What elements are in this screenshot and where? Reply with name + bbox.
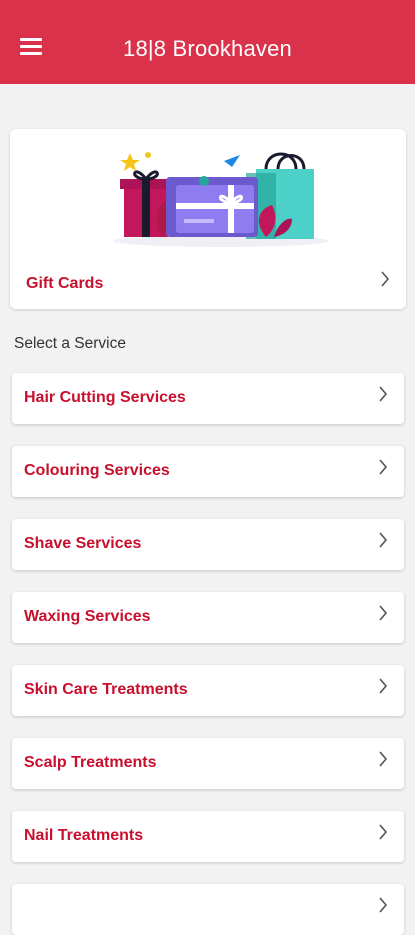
gift-cards-card[interactable]: Gift Cards (10, 129, 406, 309)
service-label: Scalp Treatments (24, 754, 157, 771)
chevron-right-icon (378, 751, 388, 767)
service-label: Waxing Services (24, 608, 151, 625)
chevron-right-icon (378, 824, 388, 840)
chevron-right-icon (378, 386, 388, 402)
service-label: Skin Care Treatments (24, 681, 188, 698)
service-label: Shave Services (24, 535, 142, 552)
service-item-shave[interactable]: Shave Services (12, 519, 404, 570)
service-item-scalp[interactable]: Scalp Treatments (12, 738, 404, 789)
chevron-right-icon (380, 271, 390, 287)
service-item-nail[interactable]: Nail Treatments (12, 811, 404, 862)
service-label: Nail Treatments (24, 827, 144, 844)
app-header: 18|8 Brookhaven (0, 0, 415, 84)
chevron-right-icon (378, 678, 388, 694)
service-label: Hair Cutting Services (24, 389, 186, 406)
service-item-colouring[interactable]: Colouring Services (12, 446, 404, 497)
service-item-partial[interactable] (12, 884, 404, 935)
chevron-right-icon (378, 459, 388, 475)
gift-card-illustration (113, 152, 329, 247)
section-heading: Select a Service (14, 335, 126, 352)
chevron-right-icon (378, 897, 388, 913)
service-item-skin-care[interactable]: Skin Care Treatments (12, 665, 404, 716)
service-item-hair-cutting[interactable]: Hair Cutting Services (12, 373, 404, 424)
chevron-right-icon (378, 532, 388, 548)
gift-cards-label: Gift Cards (26, 275, 104, 292)
service-item-waxing[interactable]: Waxing Services (12, 592, 404, 643)
page-title: 18|8 Brookhaven (123, 36, 292, 61)
chevron-right-icon (378, 605, 388, 621)
service-label: Colouring Services (24, 462, 170, 479)
